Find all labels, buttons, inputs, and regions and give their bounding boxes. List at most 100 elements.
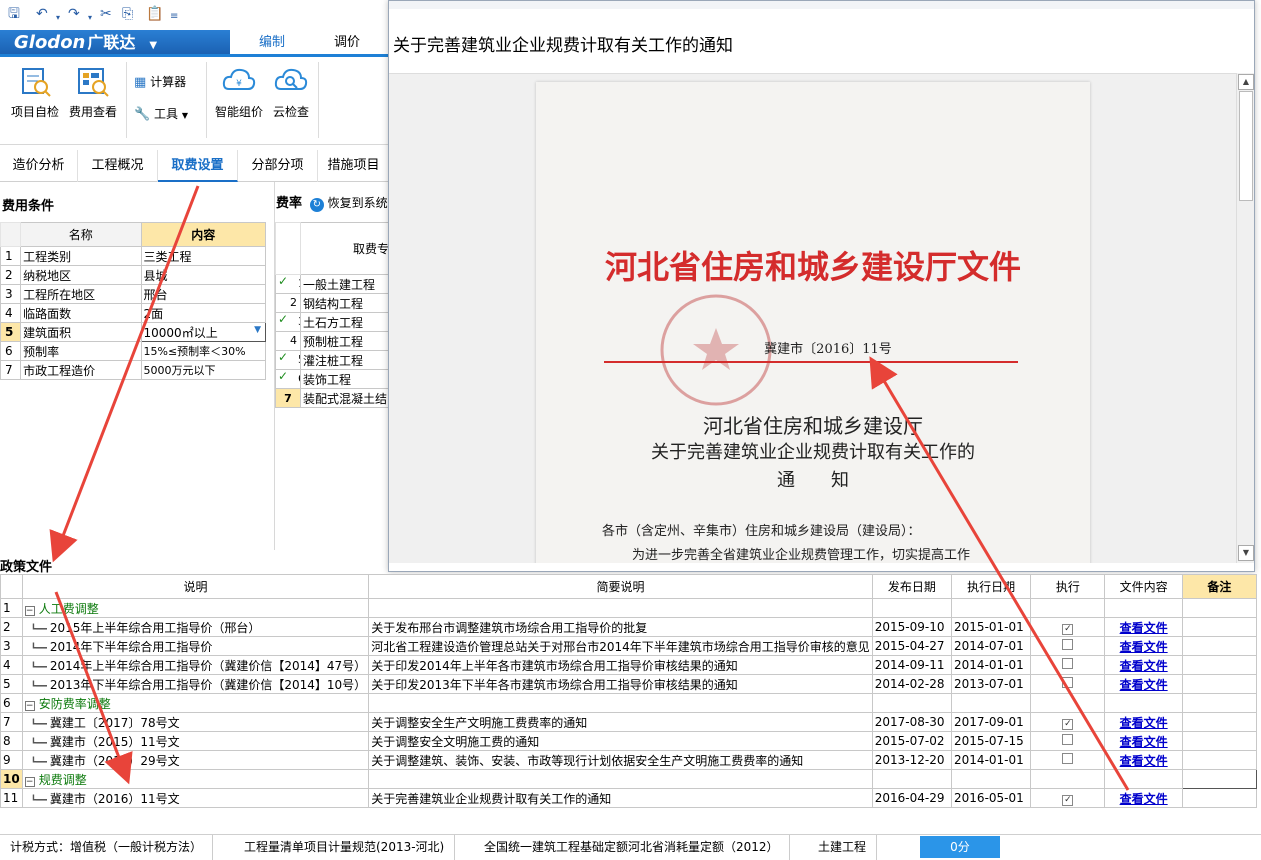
scroll-thumb[interactable] [1239,91,1253,201]
undo-dropdown-icon[interactable]: ▾ [56,10,60,26]
ribbon-tab-edit[interactable]: 编制 [232,30,312,56]
cell-remark[interactable] [1181,712,1258,732]
view-file-link[interactable]: 查看文件 [1104,788,1183,808]
cell-value[interactable]: 5000万元以下 [140,360,267,380]
tab-cost-analysis[interactable]: 造价分析 [0,150,78,182]
table-row[interactable]: 11 ┗━━ 冀建市（2016）11号文 关于完善建筑业企业规费计取有关工作的通知 2… [0,788,1258,808]
table-row-selected[interactable]: 7 装配式混凝土结 [275,388,391,408]
document-viewer[interactable]: 河北省住房和城乡建设厅文件 冀建市〔2016〕11号 河北省住房和城乡建设厅 关… [389,73,1236,563]
cell-value[interactable]: 邢台 [140,284,267,304]
execute-checkbox[interactable]: ✓ [1062,718,1074,730]
cell-remark[interactable] [1181,636,1258,656]
tab-measures[interactable]: 措施项目 [318,150,390,182]
execute-checkbox[interactable] [1062,639,1074,650]
execute-checkbox[interactable] [1062,677,1074,688]
redo-icon[interactable]: ↷ [68,6,80,22]
table-row[interactable]: 7 市政工程造价 5000万元以下 [0,360,267,380]
group-row[interactable]: 6− 安防费率调整 [0,693,1258,713]
table-row[interactable]: 2 钢结构工程 [275,293,391,313]
app-menu-button[interactable]: Glodon 广联达 ▼ [0,30,230,56]
ribbon-separator [126,62,127,138]
collapse-icon[interactable]: − [24,605,35,616]
cell-value[interactable]: 三类工程 [140,246,267,266]
undo-icon[interactable]: ↶ [36,6,48,22]
table-row[interactable]: 4 ┗━━ 2014年上半年综合用工指导价（冀建价信【2014】47号） 关于印发2… [0,655,1258,675]
execute-checkbox[interactable] [1062,753,1074,764]
table-row[interactable]: 7 ┗━━ 冀建工〔2017〕78号文 关于调整安全生产文明施工费费率的通知 2017… [0,712,1258,732]
scroll-up-icon[interactable]: ▲ [1238,74,1254,90]
cell-value[interactable]: 2面 [140,303,267,323]
table-row[interactable]: 1 工程类别 三类工程 [0,246,267,266]
corner-cell [0,574,23,599]
save-icon[interactable]: 🖫 [8,6,20,22]
tab-project-overview[interactable]: 工程概况 [78,150,158,182]
table-row[interactable]: 2 纳税地区 县城 [0,265,267,285]
table-row[interactable]: ✓5灌注桩工程 [275,350,391,370]
customize-icon[interactable]: ≡ [170,9,178,25]
table-row[interactable]: 3 工程所在地区 邢台 [0,284,267,304]
table-row[interactable]: 4 预制桩工程 [275,331,391,351]
doc-subject-line1: 关于完善建筑业企业规费计取有关工作的 [651,442,975,463]
view-file-link[interactable]: 查看文件 [1104,674,1183,694]
paste-icon[interactable]: 📋 [146,6,163,22]
table-row[interactable]: 9 ┗━━ 冀建市（2013）29号文 关于调整建筑、装饰、安装、市政等现行计划依据… [0,750,1258,770]
chevron-down-icon[interactable]: ▼ [254,325,261,335]
restore-link[interactable]: 恢复到系统 [328,196,388,210]
execute-checkbox[interactable] [1062,734,1074,745]
ribbon-tab-adjust[interactable]: 调价 [312,30,382,56]
vertical-scrollbar[interactable]: ▲ ▼ [1236,73,1254,563]
view-file-link[interactable]: 查看文件 [1104,712,1183,732]
cell-remark[interactable] [1181,655,1258,675]
view-file-link[interactable]: 查看文件 [1104,750,1183,770]
table-row[interactable]: 5 ┗━━ 2013年下半年综合用工指导价（冀建价信【2014】10号） 关于印发2… [0,674,1258,694]
cell-remark[interactable] [1181,693,1258,713]
view-file-link[interactable]: 查看文件 [1104,655,1183,675]
cell-remark[interactable] [1181,769,1258,789]
area-select[interactable]: 10000㎡以上 ▼ [140,322,267,342]
smart-price-button[interactable]: ¥ 智能组价 [212,65,266,120]
redo-dropdown-icon[interactable]: ▾ [88,10,92,26]
cell-remark[interactable] [1181,617,1258,637]
view-file-link[interactable]: 查看文件 [1104,731,1183,751]
collapse-icon[interactable]: − [24,700,35,711]
cell-remark[interactable] [1181,788,1258,808]
cloud-check-button[interactable]: 云检查 [266,65,316,120]
project-check-button[interactable]: 项目自检 [8,65,62,120]
cell-remark[interactable] [1181,674,1258,694]
fee-view-button[interactable]: 费用查看 [66,65,120,120]
collapse-icon[interactable]: − [24,776,35,787]
table-row[interactable]: 8 ┗━━ 冀建市（2015）11号文 关于调整安全文明施工费的通知 2015-07-… [0,731,1258,751]
execute-checkbox[interactable]: ✓ [1062,623,1074,635]
view-file-link[interactable]: 查看文件 [1104,617,1183,637]
table-row[interactable]: ✓6装饰工程 [275,369,391,389]
view-file-link[interactable]: 查看文件 [1104,636,1183,656]
table-row-selected[interactable]: 5 建筑面积 10000㎡以上 ▼ [0,322,267,342]
column-header-brief: 简要说明 [368,574,873,599]
cell-remark[interactable] [1181,731,1258,751]
table-row[interactable]: 6 预制率 15%≤预制率＜30% [0,341,267,361]
table-row[interactable]: ✓1一般土建工程 [275,274,391,294]
tab-sub-items[interactable]: 分部分项 [238,150,318,182]
restore-icon[interactable]: ↻ [309,198,324,212]
calculator-button[interactable]: ▦ 计算器 [134,73,200,90]
copy-icon[interactable]: ⎘ [122,6,133,22]
group-row[interactable]: 1− 人工费调整 [0,598,1258,618]
table-row[interactable]: ✓3土石方工程 [275,312,391,332]
cell-remark[interactable] [1181,750,1258,770]
cell-pub-date: 2017-08-30 [871,712,953,732]
tools-button[interactable]: 🔧 工具 ▼ [134,105,200,122]
cell-pub-date [871,769,953,789]
table-row[interactable]: 2 ┗━━ 2015年上半年综合用工指导价（邢台） 关于发布邢台市调整建筑市场综合用… [0,617,1258,637]
table-row[interactable]: 3 ┗━━ 2014年下半年综合用工指导价 河北省工程建设造价管理总站关于对邢台市2… [0,636,1258,656]
cell-value[interactable]: 县城 [140,265,267,285]
score-button[interactable]: 0分 [920,836,1000,858]
cell-remark[interactable] [1181,598,1258,618]
execute-checkbox[interactable] [1062,658,1074,669]
cut-icon[interactable]: ✂ [100,6,112,22]
execute-checkbox[interactable]: ✓ [1062,794,1074,806]
tab-fee-settings[interactable]: 取费设置 [158,150,238,182]
cell-value[interactable]: 15%≤预制率＜30% [140,341,267,361]
cell-brief: 关于调整安全文明施工费的通知 [368,731,873,751]
group-row[interactable]: 10− 规费调整 [0,769,1258,789]
table-row[interactable]: 4 临路面数 2面 [0,303,267,323]
